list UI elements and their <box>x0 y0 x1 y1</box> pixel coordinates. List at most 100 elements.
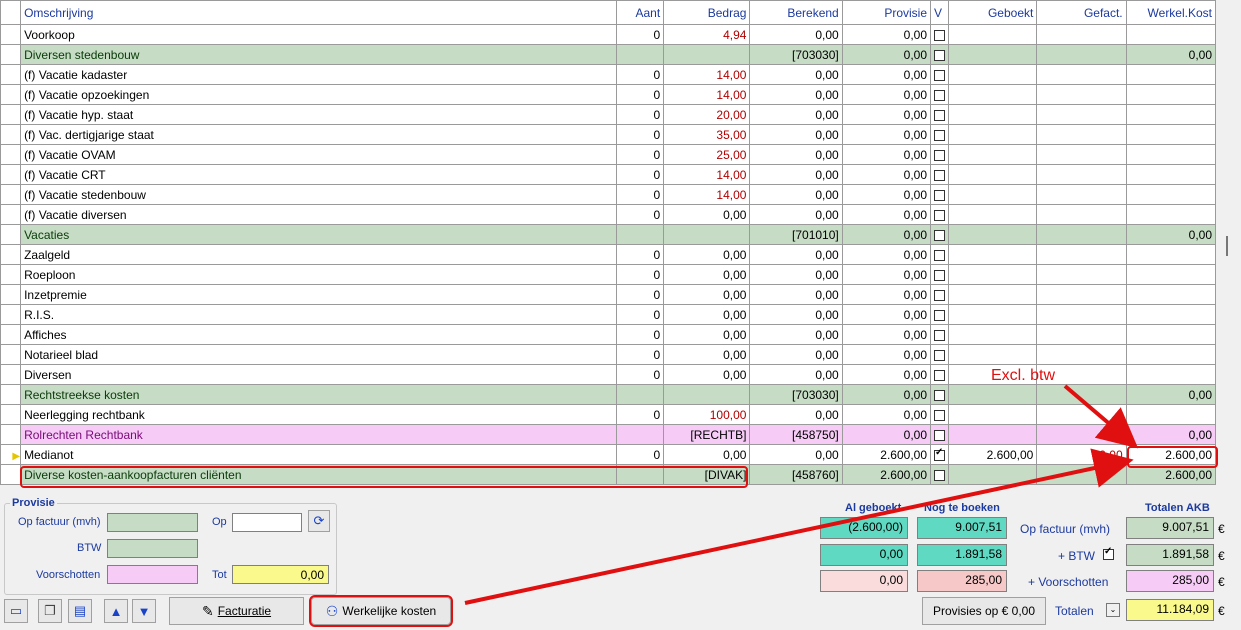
cell-provisie[interactable]: 0,00 <box>841 24 932 45</box>
cell-bedrag[interactable] <box>663 224 751 245</box>
cell-gefact[interactable] <box>1036 24 1127 45</box>
row-indicator[interactable] <box>0 124 22 145</box>
row-indicator[interactable] <box>0 184 22 205</box>
cell-aant[interactable]: 0 <box>616 204 665 225</box>
row-indicator[interactable] <box>0 384 22 405</box>
cell-v[interactable] <box>930 204 950 225</box>
cell-gefact[interactable] <box>1036 164 1127 185</box>
cell-geboekt[interactable] <box>948 304 1038 325</box>
verified-checkbox[interactable] <box>934 29 946 41</box>
add-row-icon[interactable]: ▤ <box>68 599 92 623</box>
cell-provisie[interactable]: 0,00 <box>841 364 932 385</box>
col-omschrijving[interactable]: Omschrijving <box>20 0 618 25</box>
cell-gefact[interactable] <box>1036 144 1127 165</box>
cell-omschrijving[interactable]: Inzetpremie <box>20 284 618 305</box>
col-geboekt[interactable]: Geboekt <box>948 0 1038 25</box>
cell-provisie[interactable]: 0,00 <box>841 424 932 445</box>
cell-gefact[interactable] <box>1036 184 1127 205</box>
cell-omschrijving[interactable]: (f) Vacatie hyp. staat <box>20 104 618 125</box>
row-indicator[interactable] <box>0 324 22 345</box>
cell-aant[interactable]: 0 <box>616 244 665 265</box>
cell-gefact[interactable] <box>1036 404 1127 425</box>
verified-checkbox[interactable] <box>934 389 946 401</box>
cell-provisie[interactable]: 0,00 <box>841 84 932 105</box>
row-indicator[interactable] <box>0 344 22 365</box>
verified-checkbox[interactable] <box>934 89 946 101</box>
cell-v[interactable] <box>930 284 950 305</box>
cell-werkel-kost[interactable] <box>1125 244 1217 265</box>
cell-omschrijving[interactable]: (f) Vacatie stedenbouw <box>20 184 618 205</box>
cell-berekend[interactable]: [703030] <box>749 44 843 65</box>
verified-checkbox[interactable] <box>934 69 946 81</box>
cell-bedrag[interactable]: [RECHTB] <box>663 424 751 445</box>
cell-omschrijving[interactable]: Diversen stedenbouw <box>20 44 618 65</box>
col-gefact[interactable]: Gefact. <box>1036 0 1127 25</box>
cell-omschrijving[interactable]: Roeploon <box>20 264 618 285</box>
verified-checkbox[interactable] <box>934 189 946 201</box>
table-row[interactable]: Voorkoop 0 4,94 0,00 0,00 <box>0 24 1217 45</box>
row-indicator[interactable] <box>0 64 22 85</box>
cell-aant[interactable]: 0 <box>616 24 665 45</box>
cell-aant[interactable]: 0 <box>616 324 665 345</box>
cell-v[interactable] <box>930 104 950 125</box>
cell-provisie[interactable]: 0,00 <box>841 104 932 125</box>
cell-berekend[interactable]: 0,00 <box>749 64 843 85</box>
table-row[interactable]: Roeploon 0 0,00 0,00 0,00 <box>0 264 1217 285</box>
cell-werkel-kost[interactable]: 0,00 <box>1125 44 1217 65</box>
cell-geboekt[interactable] <box>948 124 1038 145</box>
cell-v[interactable] <box>930 144 950 165</box>
cell-provisie[interactable]: 0,00 <box>841 264 932 285</box>
cell-gefact[interactable] <box>1036 244 1127 265</box>
verified-checkbox[interactable] <box>934 209 946 221</box>
row-indicator[interactable] <box>0 144 22 165</box>
voorschotten-field[interactable] <box>107 565 198 584</box>
cell-geboekt[interactable] <box>948 284 1038 305</box>
table-row[interactable]: Rechtstreekse kosten [703030] 0,00 0,00 <box>0 384 1217 405</box>
cell-aant[interactable]: 0 <box>616 84 665 105</box>
row-indicator[interactable] <box>0 304 22 325</box>
cell-gefact[interactable] <box>1036 304 1127 325</box>
cell-geboekt[interactable] <box>948 344 1038 365</box>
cell-berekend[interactable]: 0,00 <box>749 324 843 345</box>
cell-bedrag[interactable]: 14,00 <box>663 184 751 205</box>
op-field[interactable] <box>232 513 302 532</box>
cell-gefact[interactable] <box>1036 384 1127 405</box>
table-row[interactable]: (f) Vacatie hyp. staat 0 20,00 0,00 0,00 <box>0 104 1217 125</box>
cell-berekend[interactable]: 0,00 <box>749 404 843 425</box>
cell-omschrijving[interactable]: (f) Vac. dertigjarige staat <box>20 124 618 145</box>
cell-aant[interactable]: 0 <box>616 144 665 165</box>
verified-checkbox[interactable] <box>934 269 946 281</box>
cell-v[interactable] <box>930 124 950 145</box>
cell-werkel-kost[interactable] <box>1125 144 1217 165</box>
cell-berekend[interactable]: 0,00 <box>749 124 843 145</box>
btw-field[interactable] <box>107 539 198 558</box>
arrow-up-icon[interactable]: ▲ <box>104 599 128 623</box>
table-row[interactable]: (f) Vac. dertigjarige staat 0 35,00 0,00 0,0… <box>0 124 1217 145</box>
row-indicator[interactable] <box>0 24 22 45</box>
cell-berekend[interactable]: 0,00 <box>749 104 843 125</box>
verified-checkbox[interactable] <box>934 249 946 261</box>
verified-checkbox[interactable] <box>934 169 946 181</box>
cell-v[interactable] <box>930 84 950 105</box>
cell-v[interactable] <box>930 384 950 405</box>
btw-checkbox[interactable] <box>1103 546 1114 560</box>
cell-berekend[interactable]: [703030] <box>749 384 843 405</box>
cell-gefact[interactable] <box>1036 324 1127 345</box>
verified-checkbox[interactable] <box>934 429 946 441</box>
cell-v[interactable] <box>930 344 950 365</box>
vertical-scrollbar[interactable] <box>1217 0 1241 492</box>
cell-provisie[interactable]: 0,00 <box>841 344 932 365</box>
table-row[interactable]: (f) Vacatie CRT 0 14,00 0,00 0,00 <box>0 164 1217 185</box>
col-aant[interactable]: Aant <box>616 0 665 25</box>
cell-provisie[interactable]: 0,00 <box>841 304 932 325</box>
scrollbar-thumb[interactable] <box>1226 236 1228 256</box>
copy-icon[interactable]: ❐ <box>38 599 62 623</box>
cell-berekend[interactable]: 0,00 <box>749 144 843 165</box>
cell-werkel-kost[interactable]: 0,00 <box>1125 384 1217 405</box>
verified-checkbox[interactable] <box>934 369 946 381</box>
cell-bedrag[interactable]: 35,00 <box>663 124 751 145</box>
cell-aant[interactable] <box>616 44 665 65</box>
cell-provisie[interactable]: 2.600,00 <box>841 444 932 465</box>
cell-aant[interactable]: 0 <box>616 344 665 365</box>
cell-provisie[interactable]: 0,00 <box>841 324 932 345</box>
